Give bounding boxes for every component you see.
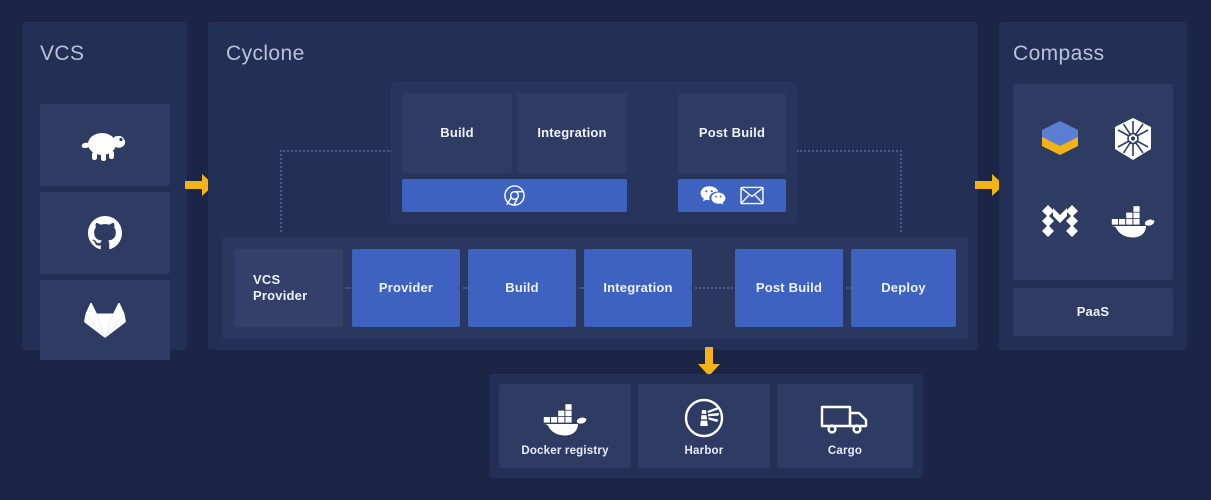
stage-card-integration-label: Integration [537, 124, 607, 140]
kubernetes-icon[interactable] [1108, 114, 1158, 164]
chrome-icon [503, 184, 526, 207]
pipeline-step-post-build-label: Post Build [755, 279, 823, 295]
tortoise-svn-icon [81, 127, 129, 163]
compass-panel: Compass PaaS [999, 22, 1187, 350]
vcs-panel: VCS [22, 22, 187, 360]
pipeline-step-provider-label: Provider [378, 279, 434, 295]
email-icon [740, 186, 764, 205]
stage-group-card: Build Integration Post Build [391, 82, 797, 224]
stage-card-build[interactable]: Build [402, 93, 512, 173]
compass-paas-label: PaaS [1076, 303, 1110, 319]
registry-item-harbor[interactable]: Harbor [638, 384, 770, 468]
build-integration-tool-bar[interactable] [402, 179, 627, 212]
vcs-item-github[interactable] [40, 192, 170, 274]
wechat-icon [700, 185, 726, 206]
pipeline-step-vcs-provider-label-line1: VCS [253, 271, 281, 287]
vcs-panel-title: VCS [40, 42, 85, 65]
dotted-connector-right-horizontal [797, 150, 902, 152]
pipeline-step-integration[interactable]: Integration [584, 249, 692, 327]
vcs-item-gitlab[interactable] [40, 280, 170, 360]
registry-item-docker-registry-label: Docker registry [521, 445, 609, 457]
pipeline-step-build-label: Build [505, 279, 539, 295]
pipeline-step-deploy[interactable]: Deploy [851, 249, 956, 327]
stage-card-post-build-label: Post Build [698, 124, 766, 140]
compass-panel-title: Compass [1013, 42, 1105, 65]
arrow-cyclone-to-registry [696, 347, 722, 377]
registry-item-cargo[interactable]: Cargo [777, 384, 913, 468]
pipeline-step-deploy-label: Deploy [881, 279, 926, 295]
caicloud-icon[interactable] [1035, 114, 1085, 164]
gitlab-icon [84, 301, 126, 339]
harbor-icon [638, 398, 770, 438]
pipeline-wrapper: VCS Provider Provider Build Integration … [222, 237, 968, 339]
post-build-tool-bar[interactable] [678, 179, 786, 212]
registry-item-docker-registry[interactable]: Docker registry [499, 384, 631, 468]
vcs-item-tortoise-svn[interactable] [40, 104, 170, 186]
stage-card-build-label: Build [440, 124, 474, 140]
compass-platforms-card [1013, 84, 1173, 280]
registry-item-cargo-label: Cargo [827, 445, 863, 457]
pipeline-step-build[interactable]: Build [468, 249, 576, 327]
registry-panel: Docker registry Harbor Cargo [489, 374, 923, 478]
docker-icon [499, 400, 631, 438]
pipeline-step-provider[interactable]: Provider [352, 249, 460, 327]
dotted-connector-left-vertical [280, 150, 282, 232]
pipeline-connector-4 [695, 287, 733, 289]
pipeline-step-integration-label: Integration [603, 279, 673, 295]
cargo-truck-icon [777, 402, 913, 436]
pipeline-step-vcs-provider[interactable]: VCS Provider [235, 249, 343, 327]
pipeline-step-vcs-provider-label-line2: Provider [253, 288, 308, 303]
registry-item-harbor-label: Harbor [684, 445, 724, 457]
cyclone-panel-title: Cyclone [226, 42, 305, 65]
github-icon [85, 213, 125, 253]
pipeline-step-post-build[interactable]: Post Build [735, 249, 843, 327]
stage-card-integration[interactable]: Integration [517, 93, 627, 173]
docker-icon[interactable] [1108, 196, 1158, 246]
dotted-connector-right-vertical [900, 150, 902, 232]
stage-card-post-build[interactable]: Post Build [678, 93, 786, 173]
mesos-icon[interactable] [1035, 196, 1085, 246]
diagram-canvas: VCS Cyclone Build Integration Post Build… [0, 0, 1211, 500]
compass-paas-card[interactable]: PaaS [1013, 288, 1173, 336]
dotted-connector-left-horizontal [280, 150, 392, 152]
